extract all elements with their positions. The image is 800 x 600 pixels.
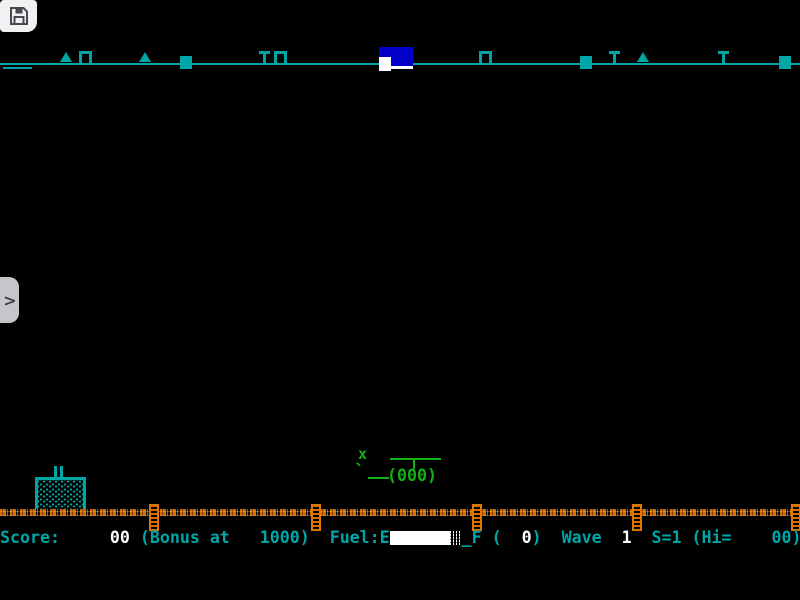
- hi-score-close: ): [791, 528, 800, 547]
- ground-pillar: [472, 504, 482, 531]
- ground-strip: [0, 509, 800, 516]
- scanner-player-underline: [391, 66, 413, 69]
- hi-score-value: 00: [771, 528, 791, 547]
- fuel-count-close: ): [532, 528, 562, 547]
- fuel-label: ) Fuel:: [300, 528, 380, 547]
- wave-value: 1: [622, 528, 632, 547]
- player-helicopter: x ` (000): [350, 446, 450, 488]
- wave-label: Wave: [562, 528, 622, 547]
- scanner-blip-square: [180, 56, 192, 69]
- ground-pillar: [311, 504, 321, 531]
- score-value: 00: [110, 528, 130, 547]
- fuel-gauge: [390, 531, 462, 545]
- scanner-blip-square: [580, 56, 592, 69]
- ground-pillar: [149, 504, 159, 531]
- bonus-label: (Bonus at: [130, 528, 260, 547]
- scanner-blip-dash: [3, 67, 32, 69]
- ground-pillar: [791, 504, 800, 531]
- scanner-blip-tee: [259, 51, 270, 64]
- fuel-count-open: (: [482, 528, 522, 547]
- helicopter-body: (000): [387, 468, 437, 484]
- ground-pillar: [632, 504, 642, 531]
- ships-and-hi-label: S=1 (Hi=: [632, 528, 772, 547]
- scanner-blip-triangle: [60, 52, 72, 62]
- helicopter-rotor-blade: [390, 458, 441, 460]
- fuel-gauge-solid: [390, 531, 450, 545]
- scanner-blip-triangle: [637, 52, 649, 62]
- scanner-player-marker: [379, 47, 413, 71]
- score-label: Score:: [0, 528, 110, 547]
- floppy-disk-icon: [9, 6, 29, 26]
- scanner-blip-pi: [79, 51, 92, 64]
- scanner-player-white-box: [379, 57, 391, 71]
- fuel-gauge-dither: [450, 531, 462, 545]
- sidebar-toggle-button[interactable]: >: [0, 277, 19, 323]
- scanner-blip-tee: [609, 51, 620, 64]
- scanner-blip-pi: [274, 51, 287, 64]
- chevron-right-icon: >: [3, 291, 16, 310]
- status-bar: Score: 00 (Bonus at 1000) Fuel:E_F ( 0) …: [0, 529, 800, 549]
- depot-tank-fill-pattern: [38, 477, 83, 509]
- helicopter-tail-boom: [368, 477, 389, 479]
- scanner-blip-square: [779, 56, 791, 69]
- fuel-depot: [35, 466, 86, 509]
- fuel-empty-segment: _: [462, 528, 472, 547]
- game-screen: > x ` (000) Score: 00 (Bonus at 1000) Fu…: [0, 0, 800, 600]
- fuel-count-value: 0: [522, 528, 532, 547]
- scanner-blip-pi: [479, 51, 492, 64]
- bonus-value: 1000: [260, 528, 300, 547]
- fuel-full-letter: F: [472, 528, 482, 547]
- save-button[interactable]: [0, 0, 37, 32]
- helicopter-hook: `: [354, 464, 365, 480]
- scanner-blip-tee: [718, 51, 729, 64]
- fuel-empty-letter: E: [380, 528, 390, 547]
- scanner-blip-triangle: [139, 52, 151, 62]
- helicopter-rotor-hub: x: [358, 446, 367, 462]
